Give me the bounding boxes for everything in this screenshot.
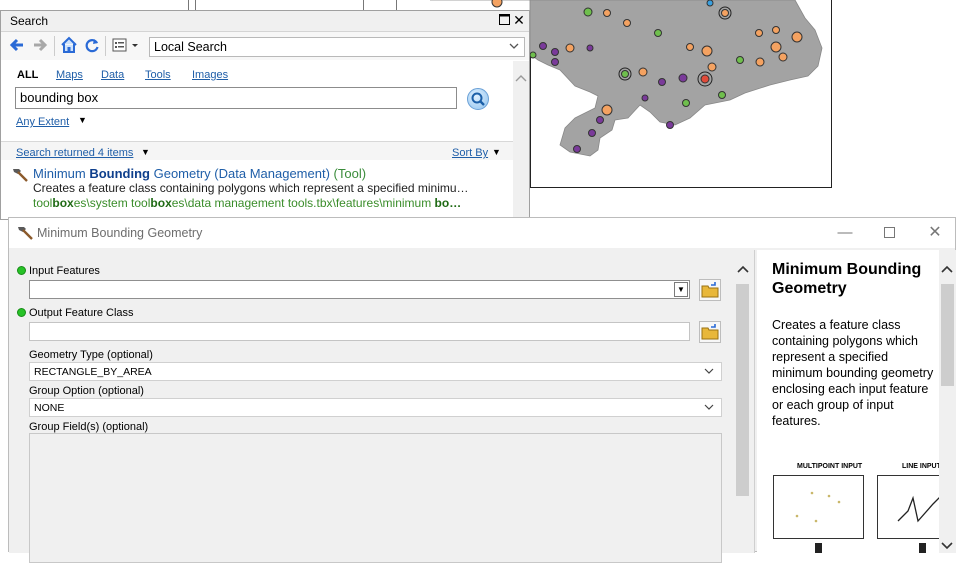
caret-down-icon[interactable]: ▼ <box>141 147 150 157</box>
dialog-title: Minimum Bounding Geometry <box>37 226 203 240</box>
chevron-down-icon <box>703 365 715 380</box>
group-fields-list[interactable] <box>29 433 722 563</box>
toolbar-separator <box>105 36 106 56</box>
scroll-up-icon[interactable] <box>939 262 956 276</box>
result-title[interactable]: Minimum Bounding Geometry (Data Manageme… <box>33 166 366 181</box>
tool-hammer-icon <box>11 167 29 186</box>
group-option-dropdown[interactable]: NONE <box>29 398 722 417</box>
sort-by-link[interactable]: Sort By <box>452 147 488 159</box>
result-type: (Tool) <box>333 166 367 181</box>
search-go-button[interactable] <box>467 88 489 110</box>
result-path: toolboxes\system toolboxes\data manageme… <box>33 196 505 210</box>
path-match: box <box>52 196 74 210</box>
results-bar: Search returned 4 items ▼ Sort By ▼ <box>1 141 513 160</box>
group-option-value: NONE <box>34 402 65 414</box>
path-text: tool <box>33 196 53 210</box>
search-titlebar: Search ✕ <box>1 11 529 32</box>
search-query: bounding box <box>20 90 99 105</box>
figure-caption: LINE INPUT <box>902 463 941 470</box>
folder-browse-button[interactable] <box>699 321 721 343</box>
multipoint-input-figure <box>773 475 864 539</box>
tab-data[interactable]: Data <box>101 69 124 81</box>
path-text: es\system tool <box>73 196 151 210</box>
output-feature-class-input[interactable] <box>29 322 690 341</box>
extent-filter-link[interactable]: Any Extent <box>16 116 69 128</box>
results-count-link[interactable]: Search returned 4 items <box>16 147 133 159</box>
path-match: box <box>150 196 172 210</box>
group-fields-label: Group Field(s) (optional) <box>29 421 149 433</box>
forward-arrow-icon[interactable] <box>32 37 50 55</box>
chevron-down-icon <box>703 401 715 416</box>
tool-dialog: Minimum Bounding Geometry — ✕ Input Feat… <box>8 217 956 563</box>
scrollbar-thumb[interactable] <box>941 284 954 386</box>
result-title-text: Geometry (Data Management) <box>150 166 330 181</box>
scroll-up-icon[interactable] <box>513 71 529 87</box>
result-title-match: Bounding <box>89 166 150 181</box>
view-options-icon[interactable] <box>112 37 142 55</box>
scroll-down-icon[interactable] <box>939 539 956 553</box>
tab-images[interactable]: Images <box>192 69 228 81</box>
required-indicator <box>17 308 26 317</box>
close-icon[interactable]: ✕ <box>925 222 945 242</box>
tab-tools[interactable]: Tools <box>145 69 171 81</box>
help-title: Minimum Bounding Geometry <box>772 261 922 297</box>
geometry-type-value: RECTANGLE_BY_AREA <box>34 366 152 378</box>
result-description: Creates a feature class containing polyg… <box>33 181 469 195</box>
parameters-scrollbar[interactable] <box>734 250 752 553</box>
folder-browse-icon <box>701 282 719 298</box>
parameters-panel: Input Features ▼ Output Feature Class Ge… <box>9 250 755 563</box>
input-features-label: Input Features <box>29 265 100 277</box>
required-indicator <box>17 266 26 275</box>
caret-down-icon[interactable]: ▼ <box>492 147 501 157</box>
caret-down-icon[interactable]: ▼ <box>78 115 87 125</box>
back-arrow-icon[interactable] <box>9 37 27 55</box>
chevron-down-icon <box>508 40 520 55</box>
close-icon[interactable]: ✕ <box>512 13 526 27</box>
folder-browse-button[interactable] <box>699 279 721 301</box>
search-window-title: Search <box>10 14 49 28</box>
search-toolbar: Local Search <box>1 32 529 60</box>
tab-maps[interactable]: Maps <box>56 69 83 81</box>
scroll-up-icon[interactable] <box>734 262 752 276</box>
minimize-icon[interactable]: — <box>835 224 855 241</box>
figure-caption: MULTIPOINT INPUT <box>797 463 863 470</box>
group-option-label: Group Option (optional) <box>29 385 144 397</box>
help-scrollbar[interactable] <box>939 250 956 553</box>
search-scrollbar[interactable] <box>513 61 529 219</box>
scrollbar-thumb[interactable] <box>736 284 749 496</box>
refresh-icon[interactable] <box>84 37 102 55</box>
line-input-figure <box>877 475 942 539</box>
maximize-icon[interactable] <box>879 225 899 242</box>
search-result-item[interactable]: Minimum Bounding Geometry (Data Manageme… <box>11 166 511 218</box>
folder-browse-icon <box>701 324 719 340</box>
tab-all[interactable]: ALL <box>17 69 38 81</box>
search-go-icon <box>471 92 485 106</box>
search-window: Search ✕ Local Search ALL Maps Data Tool… <box>0 10 530 220</box>
help-panel: Minimum Bounding Geometry Creates a feat… <box>757 250 956 553</box>
search-location-dropdown[interactable]: Local Search <box>149 37 525 57</box>
geometry-type-dropdown[interactable]: RECTANGLE_BY_AREA <box>29 362 722 381</box>
search-location-value: Local Search <box>154 40 227 54</box>
tool-hammer-icon <box>16 225 34 244</box>
path-match: bo… <box>434 196 462 210</box>
result-title-text: Minimum <box>33 166 90 181</box>
toolbar-separator <box>54 36 55 56</box>
help-description: Creates a feature class containing polyg… <box>772 318 934 428</box>
maximize-icon[interactable] <box>497 14 511 28</box>
input-features-dropdown[interactable]: ▼ <box>29 280 690 299</box>
dialog-titlebar: Minimum Bounding Geometry — ✕ <box>9 218 955 248</box>
path-text: es\data management tools.tbx\features\mi… <box>171 196 435 210</box>
dropdown-arrow-icon[interactable]: ▼ <box>674 282 688 297</box>
geometry-type-label: Geometry Type (optional) <box>29 349 153 361</box>
search-input[interactable]: bounding box <box>15 87 457 109</box>
home-icon[interactable] <box>60 36 78 54</box>
output-feature-class-label: Output Feature Class <box>29 307 134 319</box>
